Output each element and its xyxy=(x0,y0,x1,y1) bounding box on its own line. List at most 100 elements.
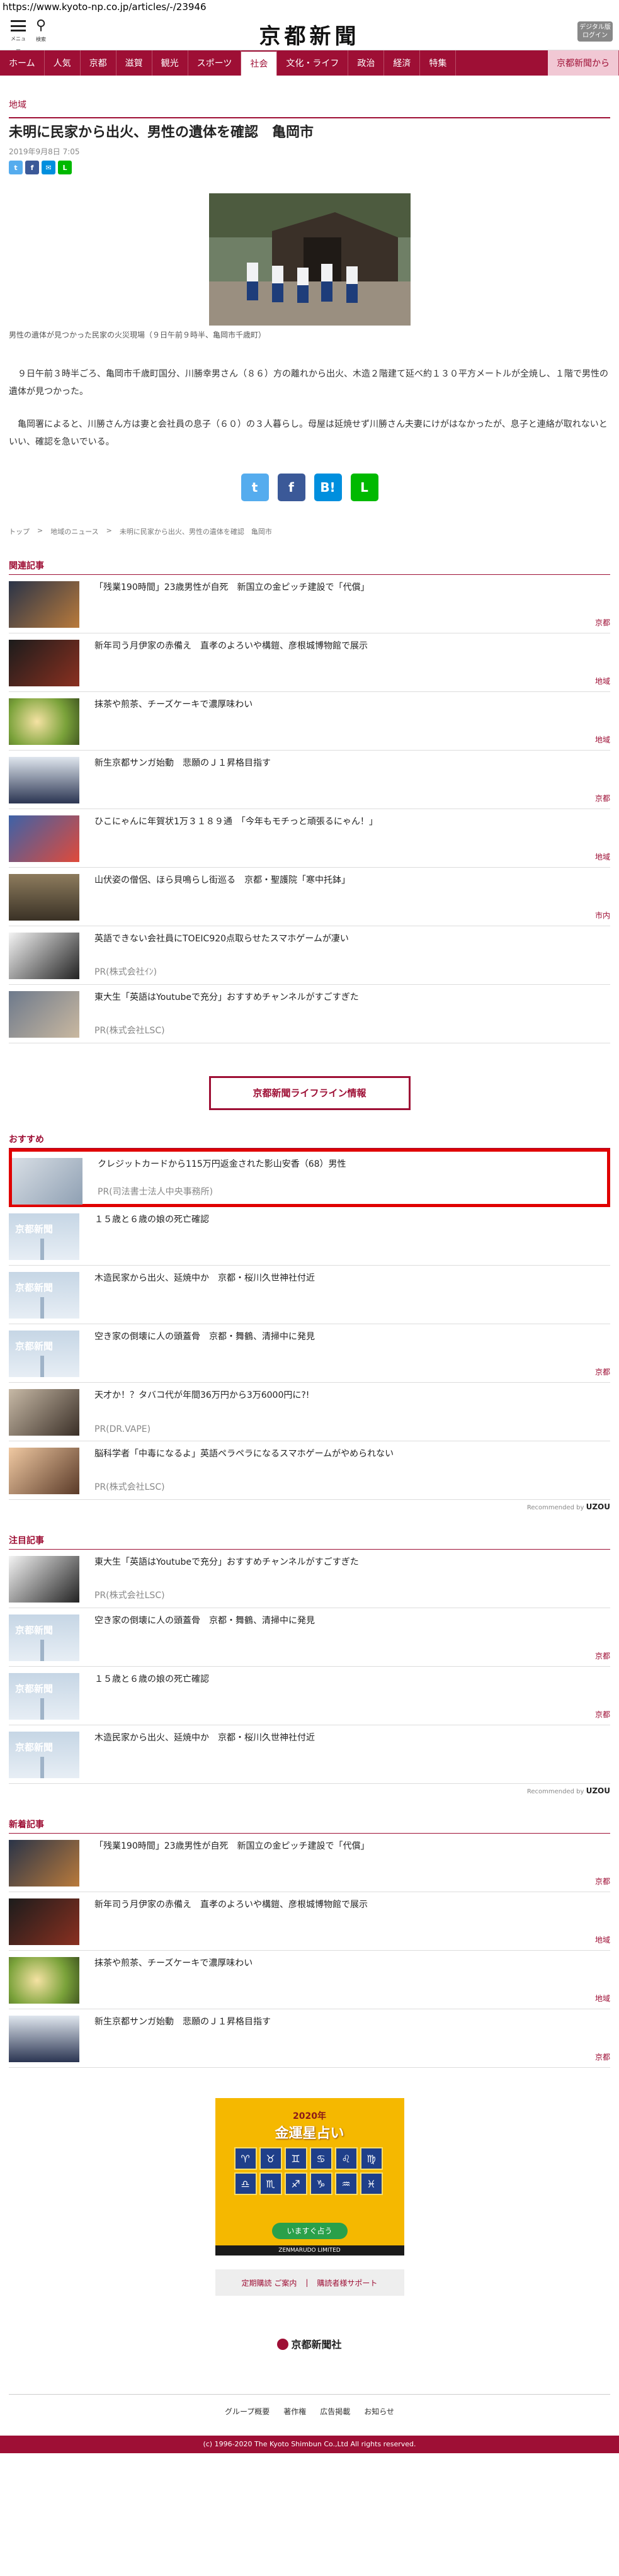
footer-link-copyright[interactable]: 著作権 xyxy=(283,2406,306,2417)
nav-kyoto[interactable]: 京都 xyxy=(81,50,116,76)
list-item[interactable]: 空き家の倒壊に人の頭蓋骨 京都・舞鶴、清掃中に発見 京都 xyxy=(9,1324,610,1383)
taurus-icon: ♉ xyxy=(259,2147,282,2170)
footer-link-ads[interactable]: 広告掲載 xyxy=(320,2406,350,2417)
nav-home[interactable]: ホーム xyxy=(0,50,45,76)
thumbnail xyxy=(9,991,79,1038)
subscription-guide-link[interactable]: 定期購読 ご案内 xyxy=(242,2278,297,2288)
lifeline-button[interactable]: 京都新聞ライフライン情報 xyxy=(208,1076,411,1110)
nav-culture[interactable]: 文化・ライフ xyxy=(277,50,349,76)
article-category[interactable]: 地域 xyxy=(9,98,610,111)
footer-link-news[interactable]: お知らせ xyxy=(364,2406,394,2417)
pisces-icon: ♓ xyxy=(360,2172,383,2195)
cancer-icon: ♋ xyxy=(309,2147,332,2170)
item-title: 空き家の倒壊に人の頭蓋骨 京都・舞鶴、清掃中に発見 xyxy=(94,1332,315,1342)
list-item[interactable]: 木造民家から出火、延焼中か 京都・桜川久世神社付近 xyxy=(9,1266,610,1324)
article-body: ９日午前３時半ごろ、亀岡市千歳町国分、川勝幸男さん（８６）方の離れから出火、木造… xyxy=(9,365,610,451)
ad-cta-button[interactable]: いますぐ占う xyxy=(271,2223,348,2239)
item-tag: 京都 xyxy=(594,794,610,803)
site-logo[interactable]: 京都新聞 xyxy=(0,19,619,50)
breadcrumb-region[interactable]: 地域のニュース xyxy=(50,526,98,536)
breadcrumb: トップ > 地域のニュース > 未明に民家から出火、男性の遺体を確認 亀岡市 xyxy=(9,526,272,536)
list-item[interactable]: 新年司う月伊家の赤備え 直孝のよろいや構鎧、彦根城博物館で展示 地域 xyxy=(9,1892,610,1951)
nav-politics[interactable]: 政治 xyxy=(348,50,385,76)
line-icon[interactable]: L xyxy=(350,474,378,501)
list-item[interactable]: １５歳と６歳の娘の死亡確認 xyxy=(9,1207,610,1266)
thumbnail xyxy=(9,1272,79,1319)
list-item[interactable]: 空き家の倒壊に人の頭蓋骨 京都・舞鶴、清掃中に発見 京都 xyxy=(9,1608,610,1667)
capricorn-icon: ♑ xyxy=(309,2172,332,2195)
list-item[interactable]: １５歳と６歳の娘の死亡確認 京都 xyxy=(9,1667,610,1725)
item-title: 抹茶や煎茶、チーズケーキで濃厚味わい xyxy=(94,1958,253,1968)
article-paragraph: 亀岡署によると、川勝さん方は妻と会社員の息子（６０）の３人暮らし。母屋は延焼せず… xyxy=(9,419,608,447)
pr-item[interactable]: 英語できない会社員にTOEIC920点取らせたスマホゲームが凄い PR(株式会社… xyxy=(9,926,610,985)
list-item[interactable]: 新年司う月伊家の赤備え 直孝のよろいや構鎧、彦根城博物館で展示 地域 xyxy=(9,633,610,692)
article-title: 未明に民家から出火、男性の遺体を確認 亀岡市 xyxy=(9,117,610,142)
latest-heading: 新着記事 xyxy=(9,1818,610,1834)
facebook-icon[interactable]: f xyxy=(25,161,39,174)
list-item[interactable]: 「残業190時間」23歳男性が自死 新国立の金ピッチ建設で「代償」 京都 xyxy=(9,575,610,633)
twitter-icon[interactable]: t xyxy=(9,161,23,174)
horoscope-ad[interactable]: 2020年 金運星占い ♈ ♉ ♊ ♋ ♌ ♍ ♎ ♏ ♐ ♑ ♒ ♓ いますぐ占う ZENMARU… xyxy=(215,2098,404,2255)
footer-link-group[interactable]: グループ概要 xyxy=(225,2406,270,2417)
ad-title: 金運星占い xyxy=(275,2126,344,2142)
nav-economy[interactable]: 経済 xyxy=(384,50,421,76)
nav-from-kyoto[interactable]: 京都新聞から xyxy=(548,50,619,76)
item-title: 山伏姿の僧侶、ほら貝鳴らし街巡る 京都・聖護院「寒中托鉢」 xyxy=(94,875,350,885)
credit-prefix: Recommended by xyxy=(526,1504,584,1511)
list-item[interactable]: 新生京都サンガ始動 悲願のＪ１昇格目指す 京都 xyxy=(9,2009,610,2068)
pr-item[interactable]: 脳科学者「中毒になるよ」英語ペラペラになるスマホゲームがやめられない PR(株式… xyxy=(9,1441,610,1500)
hatena-icon[interactable]: B! xyxy=(314,474,342,501)
list-item[interactable]: 「残業190時間」23歳男性が自死 新国立の金ピッチ建設で「代償」 京都 xyxy=(9,1834,610,1892)
aries-icon: ♈ xyxy=(234,2147,257,2170)
recommended-credit[interactable]: Recommended by UZOU xyxy=(9,1502,610,1511)
gemini-icon: ♊ xyxy=(284,2147,307,2170)
pr-item[interactable]: 天才か！？タバコ代が年間36万円から3万6000円に?! PR(DR.VAPE) xyxy=(9,1383,610,1441)
nav-special[interactable]: 特集 xyxy=(420,50,457,76)
footer-logo[interactable]: 京都新聞社 xyxy=(9,2336,610,2351)
digital-login-button[interactable]: デジタル版 ログイン xyxy=(577,21,613,42)
highlighted-pr-item[interactable]: クレジットカードから115万円返金された影山安香（68）男性 PR(司法書士法人… xyxy=(9,1149,610,1207)
mail-icon[interactable]: ✉ xyxy=(42,161,55,174)
item-tag: 地域 xyxy=(594,735,610,744)
list-item[interactable]: ひこにゃんに年賀状1万３１８９通 「今年もモチっと頑張るにゃん！」 地域 xyxy=(9,809,610,868)
facebook-icon[interactable]: f xyxy=(277,474,305,501)
pr-label: PR(株式会社LSC) xyxy=(94,1482,165,1492)
list-item[interactable]: 木造民家から出火、延焼中か 京都・桜川久世神社付近 xyxy=(9,1725,610,1784)
twitter-icon[interactable]: t xyxy=(241,474,269,501)
subscriber-support-link[interactable]: 購読者様サポート xyxy=(317,2278,377,2288)
thumbnail xyxy=(9,933,79,979)
item-title: １５歳と６歳の娘の死亡確認 xyxy=(94,1215,209,1225)
thumbnail xyxy=(9,1448,79,1494)
article-photo xyxy=(208,193,411,326)
nav-sports[interactable]: スポーツ xyxy=(188,50,242,76)
pr-label: PR(株式会社LSC) xyxy=(94,1026,165,1036)
libra-icon: ♎ xyxy=(234,2172,257,2195)
nav-popular[interactable]: 人気 xyxy=(45,50,81,76)
list-item[interactable]: 山伏姿の僧侶、ほら貝鳴らし街巡る 京都・聖護院「寒中托鉢」 市内 xyxy=(9,868,610,926)
copyright: (c) 1996-2020 The Kyoto Shimbun Co.,Ltd … xyxy=(0,2436,619,2453)
nav-society[interactable]: 社会 xyxy=(241,50,278,76)
share-bar-top: t f ✉ L xyxy=(9,161,610,174)
recommended-credit[interactable]: Recommended by UZOU xyxy=(9,1786,610,1795)
thumbnail xyxy=(9,1614,79,1661)
item-tag: 地域 xyxy=(594,677,610,686)
list-item[interactable]: 新生京都サンガ始動 悲願のＪ１昇格目指す 京都 xyxy=(9,751,610,809)
nav-shiga[interactable]: 滋賀 xyxy=(116,50,152,76)
pr-item[interactable]: 東大生「英語はYoutubeで充分」おすすめチャンネルがすごすぎた PR(株式会… xyxy=(9,1550,610,1608)
pr-item[interactable]: 東大生「英語はYoutubeで充分」おすすめチャンネルがすごすぎた PR(株式会… xyxy=(9,985,610,1043)
list-item[interactable]: 抹茶や煎茶、チーズケーキで濃厚味わい 地域 xyxy=(9,1951,610,2009)
aquarius-icon: ♒ xyxy=(334,2172,358,2195)
thumbnail xyxy=(9,874,79,921)
item-tag: 京都 xyxy=(594,618,610,627)
footer-links: グループ概要 著作権 広告掲載 お知らせ xyxy=(9,2394,610,2417)
address-bar[interactable]: https://www.kyoto-np.co.jp/articles/-/23… xyxy=(0,0,619,14)
breadcrumb-top[interactable]: トップ xyxy=(9,526,30,536)
uzou-logo: UZOU xyxy=(586,1502,610,1511)
thumbnail xyxy=(12,1158,82,1205)
list-item[interactable]: 抹茶や煎茶、チーズケーキで濃厚味わい 地域 xyxy=(9,692,610,751)
line-icon[interactable]: L xyxy=(58,161,72,174)
nav-tourism[interactable]: 観光 xyxy=(152,50,188,76)
thumbnail xyxy=(9,815,79,862)
item-title: 空き家の倒壊に人の頭蓋骨 京都・舞鶴、清掃中に発見 xyxy=(94,1616,315,1626)
thumbnail xyxy=(9,1957,79,2004)
